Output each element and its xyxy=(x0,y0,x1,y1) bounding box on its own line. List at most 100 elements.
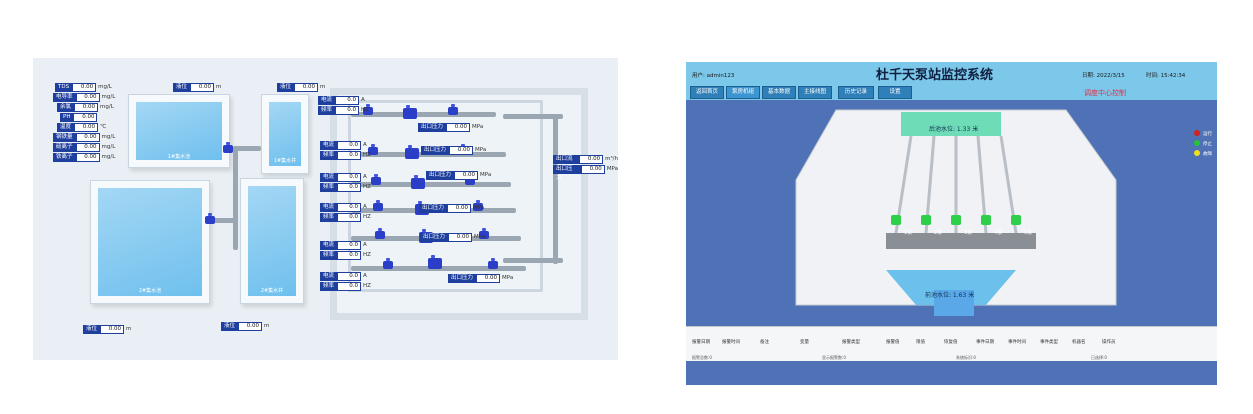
pressure-unit: MPa xyxy=(480,172,492,178)
pump-icon[interactable] xyxy=(371,174,381,185)
nav-history-button[interactable]: 历史记录 xyxy=(838,86,874,99)
pump-4-status-icon[interactable] xyxy=(981,215,991,225)
nav-settings-button[interactable]: 设置 xyxy=(878,86,912,99)
quality-unit: mg/L xyxy=(101,94,116,100)
pressure-label: 出口压力 xyxy=(419,204,448,213)
outlet-flow-value: 0.00 xyxy=(579,155,604,164)
freq-unit: HZ xyxy=(361,107,369,113)
outlet-pipe xyxy=(503,114,563,119)
nav-wiring-diagram-button[interactable]: 主接线图 xyxy=(798,86,832,99)
level-value: 0.00 xyxy=(100,325,125,334)
col-header: 报警日期 xyxy=(692,340,710,345)
pump-2-label: 2泵 xyxy=(934,230,943,236)
pool-water xyxy=(136,102,222,160)
pressure-value: 0.00 xyxy=(448,233,473,242)
pump-3-status-icon[interactable] xyxy=(951,215,961,225)
level-unit: m xyxy=(216,84,222,90)
pool-name: 2#集水井 xyxy=(260,288,284,294)
date-label: 日期: 2022/3/15 xyxy=(1082,73,1125,79)
pump-icon[interactable] xyxy=(383,258,393,269)
connecting-pipe xyxy=(233,146,238,250)
pump-motor-icon[interactable] xyxy=(428,255,442,269)
col-header: 操作员 xyxy=(1102,340,1116,345)
outlet-pipe xyxy=(503,258,563,263)
col-header: 事件日期 xyxy=(976,340,994,345)
pressure-value: 0.00 xyxy=(476,274,501,283)
freq-unit: HZ xyxy=(363,214,371,220)
alarm-shown: 显示报警数:0 xyxy=(822,355,846,360)
freq-value: 0.0 xyxy=(337,251,362,260)
freq-label: 频率 xyxy=(320,251,338,260)
col-header: 事件类型 xyxy=(1040,340,1058,345)
nav-basic-data-button[interactable]: 基本数据 xyxy=(762,86,796,99)
transfer-pump-icon[interactable] xyxy=(205,213,215,224)
current-value: 0.0 xyxy=(337,272,362,281)
col-header: 恢复值 xyxy=(944,340,958,345)
quality-value: 0.00 xyxy=(74,123,99,132)
pressure-label: 出口压力 xyxy=(420,233,449,242)
freq-unit: HZ xyxy=(363,184,371,190)
pump-4-label: 4泵 xyxy=(994,230,1003,236)
quality-sulfide: 硫离子 0.00 mg/L xyxy=(53,143,115,152)
pump-motor-icon[interactable] xyxy=(403,105,417,119)
pump-2-pressure: 出口压力 0.00 MPa xyxy=(421,146,486,155)
pool-water xyxy=(98,188,202,296)
transfer-pump-icon[interactable] xyxy=(223,142,233,153)
quality-label: 温度 xyxy=(57,123,75,132)
pump-1-pressure: 出口压力 0.00 MPa xyxy=(418,123,483,132)
current-unit: A xyxy=(363,242,367,248)
pool-1-tank: 1#集水池 xyxy=(128,94,230,168)
pump-5-status-icon[interactable] xyxy=(1011,215,1021,225)
pool-2-well: 2#集水井 xyxy=(240,178,304,304)
current-label: 电流 xyxy=(320,173,338,182)
pump-4-current: 电流 0.0 A xyxy=(320,203,367,212)
pump-1-status-icon[interactable] xyxy=(891,215,901,225)
level-value: 0.00 xyxy=(294,83,319,92)
pump-motor-icon[interactable] xyxy=(411,175,425,189)
pump-motor-icon[interactable] xyxy=(405,145,419,159)
col-header: 报警值 xyxy=(886,340,900,345)
col-header: 报警时间 xyxy=(722,340,740,345)
pump-icon[interactable] xyxy=(375,228,385,239)
connecting-pipe xyxy=(233,146,261,151)
pump-5-pressure: 出口压力 0.00 MPa xyxy=(420,233,485,242)
quality-chlorine: 余氯 0.00 mg/L xyxy=(57,103,114,112)
legend-fault-dot xyxy=(1194,150,1200,156)
current-value: 0.0 xyxy=(337,173,362,182)
pump-4-freq: 频率 0.0 HZ xyxy=(320,213,371,222)
col-header: 变量 xyxy=(800,340,809,345)
outlet-pressure: 出口压力 0.00 MPa xyxy=(553,165,618,181)
legend-stopped-dot xyxy=(1194,140,1200,146)
legend-running-dot xyxy=(1194,130,1200,136)
pump-icon[interactable] xyxy=(373,200,383,211)
current-unit: A xyxy=(363,204,367,210)
pump-6-freq: 频率 0.0 HZ xyxy=(320,282,371,291)
alarm-table: 报警日期 报警时间 备注 变量 报警类型 报警值 限值 恢复值 事件日期 事件时… xyxy=(686,326,1217,361)
pump-2-status-icon[interactable] xyxy=(921,215,931,225)
pump-3-label: 3泵 xyxy=(964,230,973,236)
col-header: 备注 xyxy=(760,340,769,345)
pump-icon[interactable] xyxy=(488,258,498,269)
outlet-flow-label: 出口流量 xyxy=(553,155,580,171)
selected-count: 已选择:0 xyxy=(1091,355,1107,360)
quality-label: 电导率 xyxy=(53,93,76,102)
quality-tds: TDS 0.00 mg/L xyxy=(55,83,112,92)
quality-iron: 铁离子 0.00 mg/L xyxy=(53,153,115,162)
nav-pump-units-button[interactable]: 泵房机组 xyxy=(726,86,760,99)
nav-home-button[interactable]: 返回首页 xyxy=(690,86,724,99)
pump-icon[interactable] xyxy=(448,104,458,115)
quality-label: 钢铁量 xyxy=(53,133,76,142)
freq-unit: HZ xyxy=(363,152,371,158)
outlet-pipe xyxy=(553,114,558,264)
freq-value: 0.0 xyxy=(337,282,362,291)
current-value: 0.0 xyxy=(337,141,362,150)
quality-value: 0.00 xyxy=(75,133,100,142)
freq-label: 频率 xyxy=(320,151,338,160)
header-bar: 用户: admin123 杜千天泵站监控系统 日期: 2022/3/15 时间:… xyxy=(686,62,1217,100)
col-header: 限值 xyxy=(916,340,925,345)
current-label: 电流 xyxy=(320,141,338,150)
back-pool-level: 后池水位: 1.33 米 xyxy=(929,126,979,133)
pool-name: 1#集水池 xyxy=(167,154,191,160)
level-unit: m xyxy=(320,84,326,90)
pump-6-current: 电流 0.0 A xyxy=(320,272,367,281)
